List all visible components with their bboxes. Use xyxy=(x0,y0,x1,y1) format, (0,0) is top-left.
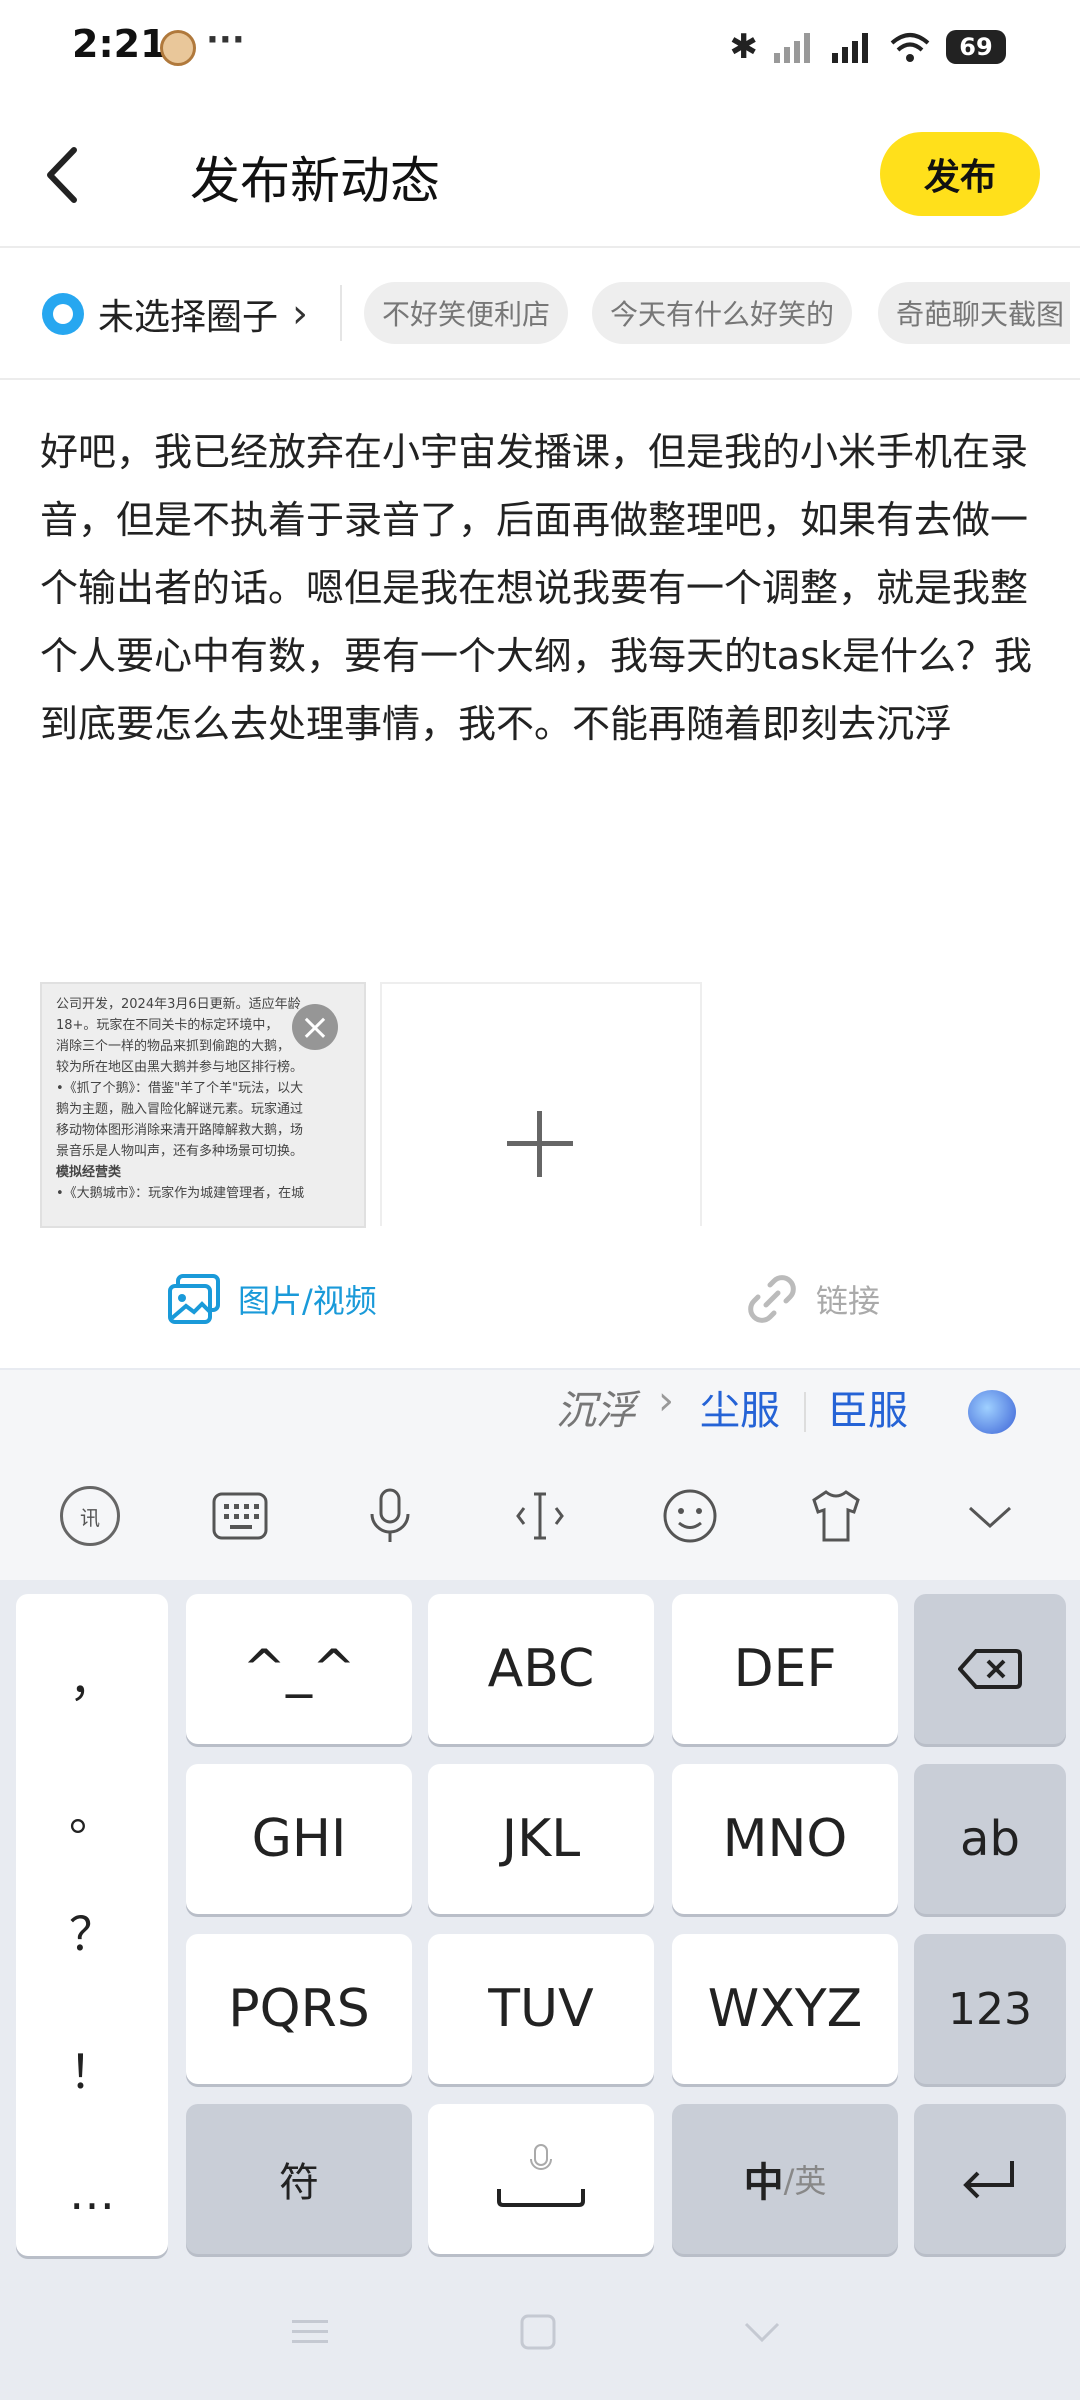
key-def[interactable]: DEF xyxy=(672,1594,898,1744)
thumb-line: 移动物体图形消除来清开路障解救大鹅，场 xyxy=(56,1123,304,1138)
link-label: 链接 xyxy=(816,1282,881,1320)
media-picker-label: 图片/视频 xyxy=(238,1282,377,1320)
status-icons: ✱ 69 xyxy=(729,22,1006,72)
key-abc[interactable]: ABC xyxy=(428,1594,654,1744)
circle-selector-label: 未选择圈子 xyxy=(98,297,279,338)
header-divider xyxy=(0,246,1080,248)
key-mno[interactable]: MNO xyxy=(672,1764,898,1914)
skin-shirt-icon[interactable] xyxy=(806,1486,866,1546)
menu-nav-icon[interactable] xyxy=(290,2312,330,2352)
bluetooth-icon: ✱ xyxy=(729,27,759,67)
key-jkl[interactable]: JKL xyxy=(428,1764,654,1914)
microphone-icon[interactable] xyxy=(360,1486,420,1546)
enter-key[interactable] xyxy=(914,2104,1066,2254)
ifly-logo-icon[interactable]: 讯 xyxy=(60,1486,120,1546)
language-switch-key[interactable]: 中 /英 xyxy=(672,2104,898,2254)
thumb-line: 较为所在地区由黑大鹅并参与地区排行榜。 xyxy=(56,1060,304,1075)
post-text-input[interactable]: 好吧，我已经放弃在小宇宙发播课，但是我的小米手机在录音，但是不执着于录音了，后面… xyxy=(40,418,1040,758)
circle-selector[interactable]: 未选择圈子 › xyxy=(42,282,308,346)
circle-radio-icon xyxy=(42,293,84,335)
candidate-separator xyxy=(804,1392,806,1432)
plus-icon xyxy=(507,1111,573,1177)
key-123[interactable]: 123 xyxy=(914,1934,1066,2084)
circle-chip[interactable]: 今天有什么好笑的 xyxy=(592,282,853,344)
punct-key[interactable]: 。 xyxy=(16,1778,168,1844)
wifi-icon xyxy=(890,33,930,62)
punct-key[interactable]: ？ xyxy=(16,1898,168,1964)
add-media-button[interactable] xyxy=(380,982,702,1226)
circle-chip[interactable]: 不好笑便利店 xyxy=(364,282,569,344)
thumb-line: 鹅为主题，融入冒险化解谜元素。玩家通过 xyxy=(56,1102,304,1117)
space-key[interactable] xyxy=(428,2104,654,2254)
remove-image-button[interactable]: × xyxy=(292,1004,338,1050)
key-wxyz[interactable]: WXYZ xyxy=(672,1934,898,2084)
symbol-key[interactable]: 符 xyxy=(186,2104,412,2254)
chevron-right-icon: › xyxy=(292,291,309,337)
backspace-icon xyxy=(958,1649,1022,1689)
status-time: 2:21 xyxy=(72,22,167,66)
lang-main: 中 xyxy=(743,2160,784,2206)
key-pqrs[interactable]: PQRS xyxy=(186,1934,412,2084)
page-title: 发布新动态 xyxy=(190,152,440,210)
thumb-line: •《抓了个鹅》：借鉴"羊了个羊"玩法，以大 xyxy=(56,1081,304,1096)
punct-key[interactable]: ， xyxy=(16,1644,168,1710)
candidate-input: 沉浮 xyxy=(556,1388,636,1434)
key-ab[interactable]: ab xyxy=(914,1764,1066,1914)
key-tuv[interactable]: TUV xyxy=(428,1934,654,2084)
home-nav-icon[interactable] xyxy=(518,2312,558,2352)
cursor-move-icon[interactable] xyxy=(510,1486,570,1546)
punct-key[interactable]: ！ xyxy=(16,2036,168,2102)
backspace-key[interactable] xyxy=(914,1594,1066,1744)
publish-button[interactable]: 发布 xyxy=(880,132,1040,216)
emoji-icon[interactable] xyxy=(660,1486,720,1546)
circle-row-separator xyxy=(340,285,342,341)
link-icon xyxy=(748,1275,796,1323)
space-mic-icon xyxy=(497,2144,585,2207)
ime-assistant-icon[interactable] xyxy=(968,1390,1016,1434)
key-ghi[interactable]: GHI xyxy=(186,1764,412,1914)
keyboard-icon[interactable] xyxy=(210,1486,270,1546)
enter-icon xyxy=(963,2161,1014,2199)
lang-alt: /英 xyxy=(783,2162,827,2200)
candidate-word[interactable]: 尘服 xyxy=(700,1378,780,1436)
notification-avatar-icon xyxy=(160,30,196,66)
circle-chip[interactable]: 奇葩聊天截图 xyxy=(878,282,1071,344)
circle-row-divider xyxy=(0,378,1080,380)
collapse-keyboard-icon[interactable] xyxy=(960,1486,1020,1546)
thumb-line: 景音乐是人物叫声，还有多种场景可切换。 xyxy=(56,1144,304,1159)
back-nav-icon[interactable] xyxy=(742,2312,782,2352)
key-emoticon[interactable]: ^_^ xyxy=(186,1594,412,1744)
candidate-bar xyxy=(0,1370,1080,1456)
thumb-line: 模拟经营类 xyxy=(56,1165,122,1180)
signal-1-icon xyxy=(774,33,810,63)
battery-icon: 69 xyxy=(946,30,1006,64)
media-picker-button[interactable]: 图片/视频 xyxy=(166,1264,377,1334)
thumb-line: •《大鹅城市》：玩家作为城建管理者，在城 xyxy=(56,1186,305,1201)
link-button[interactable]: 链接 xyxy=(744,1264,880,1334)
candidate-word[interactable]: 臣服 xyxy=(828,1378,908,1436)
candidate-arrow: › xyxy=(658,1378,674,1424)
signal-4g-icon xyxy=(832,33,868,63)
back-arrow-icon[interactable] xyxy=(36,140,96,210)
punct-key[interactable]: … xyxy=(16,2166,168,2220)
image-icon xyxy=(168,1274,220,1324)
more-status-icon: ··· xyxy=(206,20,245,60)
